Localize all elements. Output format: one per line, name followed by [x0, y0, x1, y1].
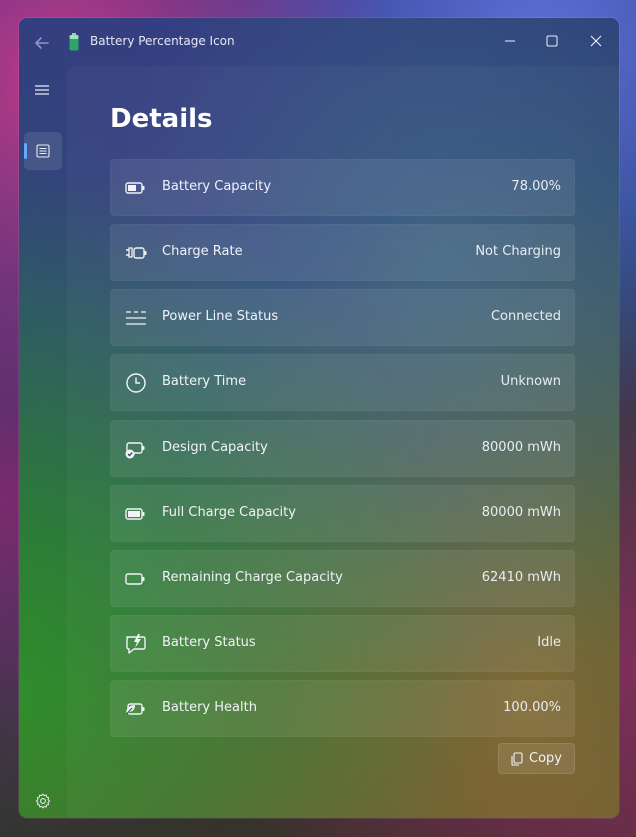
gear-icon — [35, 793, 51, 809]
hamburger-menu-button[interactable] — [31, 80, 53, 100]
app-battery-icon — [69, 33, 79, 51]
battery-empty-icon — [124, 568, 148, 590]
detail-row-remaining-charge-capacity: Remaining Charge Capacity 62410 mWh — [110, 550, 575, 607]
detail-value: Idle — [537, 635, 561, 650]
detail-label: Charge Rate — [162, 244, 243, 259]
detail-row-battery-status: Battery Status Idle — [110, 615, 575, 672]
detail-value: 100.00% — [503, 700, 561, 715]
selection-indicator — [24, 143, 27, 159]
title-bar: Battery Percentage Icon — [19, 18, 619, 66]
details-page: Details Battery Capacity 78.00% Charge R… — [67, 66, 619, 818]
arrow-left-icon — [35, 37, 49, 49]
app-window: Battery Percentage Icon Details Battery … — [19, 18, 619, 818]
detail-label: Battery Health — [162, 700, 257, 715]
details-list-icon — [36, 144, 50, 158]
battery-check-icon — [124, 438, 148, 460]
copy-button-label: Copy — [529, 751, 562, 766]
detail-label: Power Line Status — [162, 309, 279, 324]
detail-row-power-line-status: Power Line Status Connected — [110, 289, 575, 346]
chat-bolt-icon — [124, 633, 148, 655]
close-button[interactable] — [581, 26, 611, 56]
nav-item-details[interactable] — [24, 132, 62, 170]
detail-value: Unknown — [500, 374, 561, 389]
hamburger-icon — [35, 85, 49, 95]
detail-label: Battery Time — [162, 374, 247, 389]
detail-row-full-charge-capacity: Full Charge Capacity 80000 mWh — [110, 485, 575, 542]
detail-value: Connected — [490, 309, 561, 324]
detail-row-battery-health: Battery Health 100.00% — [110, 680, 575, 737]
back-button[interactable] — [31, 32, 53, 54]
detail-label: Full Charge Capacity — [162, 505, 296, 520]
copy-icon — [511, 751, 523, 766]
detail-value: 62410 mWh — [481, 570, 561, 585]
detail-value: Not Charging — [475, 244, 561, 259]
detail-row-charge-rate: Charge Rate Not Charging — [110, 224, 575, 281]
minimize-button[interactable] — [495, 26, 525, 56]
detail-label: Remaining Charge Capacity — [162, 570, 343, 585]
page-title: Details — [110, 104, 213, 134]
detail-row-design-capacity: Design Capacity 80000 mWh — [110, 420, 575, 477]
detail-label: Battery Status — [162, 635, 256, 650]
maximize-icon — [546, 35, 558, 47]
battery-leaf-icon — [124, 698, 148, 720]
battery-full-icon — [124, 503, 148, 525]
detail-value: 80000 mWh — [481, 440, 561, 455]
maximize-button[interactable] — [537, 26, 567, 56]
battery-icon — [124, 177, 148, 199]
close-icon — [590, 35, 602, 47]
detail-value: 80000 mWh — [481, 505, 561, 520]
window-title: Battery Percentage Icon — [90, 34, 235, 48]
clock-icon — [124, 372, 148, 394]
minimize-icon — [505, 40, 515, 42]
detail-row-battery-time: Battery Time Unknown — [110, 354, 575, 411]
detail-value: 78.00% — [511, 179, 561, 194]
settings-button[interactable] — [33, 791, 53, 811]
plug-battery-icon — [124, 242, 148, 264]
power-line-icon — [124, 307, 148, 329]
detail-label: Design Capacity — [162, 440, 268, 455]
sidebar — [19, 66, 67, 818]
detail-label: Battery Capacity — [162, 179, 272, 194]
copy-button[interactable]: Copy — [498, 743, 575, 774]
detail-row-battery-capacity: Battery Capacity 78.00% — [110, 159, 575, 216]
